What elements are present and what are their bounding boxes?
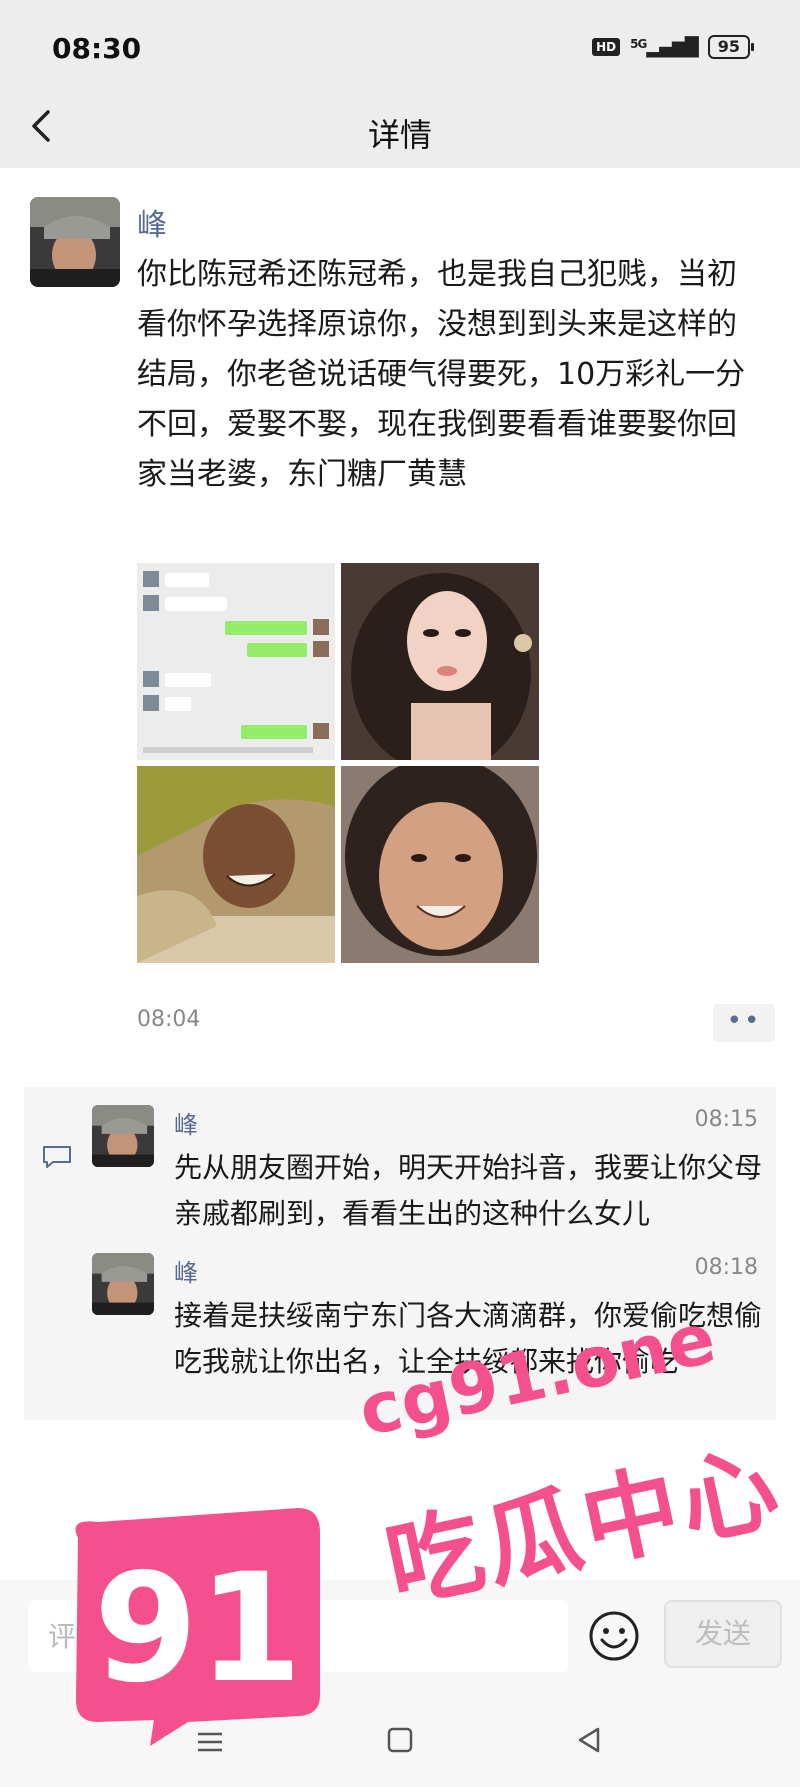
back-triangle-icon[interactable] bbox=[570, 1720, 610, 1760]
nav-bar: 详情 bbox=[0, 98, 800, 168]
photo-woman-selfie[interactable] bbox=[341, 563, 539, 760]
comment-input-bar: 发送 bbox=[0, 1580, 800, 1692]
battery-icon: 95 bbox=[707, 35, 755, 59]
comment-area: 峰 08:15 先从朋友圈开始，明天开始抖音，我要让你父母亲戚都刷到，看看生出的… bbox=[24, 1087, 776, 1420]
hd-icon: HD bbox=[592, 38, 621, 56]
comment-time: 08:15 bbox=[694, 1107, 758, 1132]
commenter-name[interactable]: 峰 bbox=[174, 1105, 198, 1140]
send-button[interactable]: 发送 bbox=[664, 1600, 782, 1668]
emoji-icon bbox=[589, 1611, 639, 1661]
signal-icon: 5G▂▄▆█ bbox=[630, 36, 699, 58]
commenter-name[interactable]: 峰 bbox=[174, 1253, 198, 1288]
status-bar: 08:30 HD 5G▂▄▆█ 95 bbox=[0, 0, 800, 98]
comment-input[interactable] bbox=[28, 1600, 568, 1672]
emoji-button[interactable] bbox=[588, 1610, 640, 1662]
post-time: 08:04 bbox=[137, 1007, 201, 1032]
post-author-name[interactable]: 峰 bbox=[137, 200, 167, 244]
menu-icon[interactable] bbox=[190, 1720, 230, 1760]
comment-time: 08:18 bbox=[694, 1255, 758, 1280]
post-author-avatar[interactable] bbox=[30, 197, 120, 287]
comment-icon bbox=[43, 1146, 71, 1168]
photo-woman-smiling[interactable] bbox=[341, 766, 539, 963]
status-icons: HD 5G▂▄▆█ 95 bbox=[592, 35, 755, 59]
commenter-avatar[interactable] bbox=[92, 1105, 154, 1167]
more-actions-button[interactable]: •• bbox=[713, 1004, 775, 1042]
comment-item[interactable]: 峰 08:15 先从朋友圈开始，明天开始抖音，我要让你父母亲戚都刷到，看看生出的… bbox=[92, 1105, 768, 1230]
page-title: 详情 bbox=[367, 116, 432, 154]
home-icon[interactable] bbox=[380, 1720, 420, 1760]
network-type: 5G bbox=[630, 36, 647, 51]
post-text: 你比陈冠希还陈冠希，也是我自己犯贱，当初看你怀孕选择原谅你，没想到到头来是这样的… bbox=[137, 257, 746, 492]
commenter-avatar[interactable] bbox=[92, 1253, 154, 1315]
photo-grid bbox=[137, 563, 541, 963]
comment-text: 接着是扶绥南宁东门各大滴滴群，你爱偷吃想偷吃我就让你出名，让全扶绥都来找你偷吃 bbox=[174, 1299, 763, 1378]
system-nav-bar bbox=[0, 1692, 800, 1787]
comment-item[interactable]: 峰 08:18 接着是扶绥南宁东门各大滴滴群，你爱偷吃想偷吃我就让你出名，让全扶… bbox=[92, 1253, 768, 1403]
comment-text: 先从朋友圈开始，明天开始抖音，我要让你父母亲戚都刷到，看看生出的这种什么女儿 bbox=[174, 1151, 763, 1230]
photo-man-smiling[interactable] bbox=[137, 766, 335, 963]
status-time: 08:30 bbox=[52, 32, 142, 65]
photo-chat-screenshot[interactable] bbox=[137, 563, 335, 760]
